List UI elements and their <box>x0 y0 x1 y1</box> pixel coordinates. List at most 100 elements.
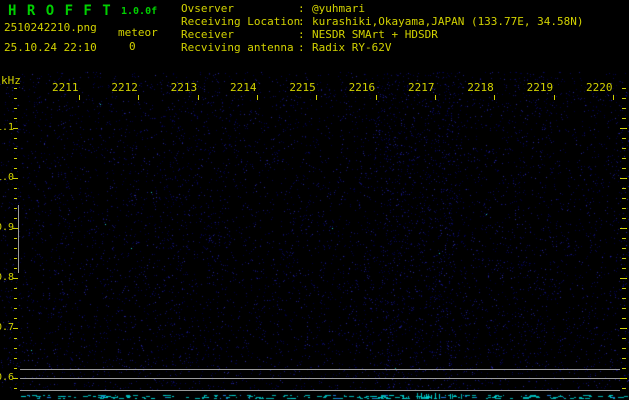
time-tick <box>138 95 140 100</box>
start-marker-segment <box>18 205 19 273</box>
freq-tick-left <box>13 128 18 129</box>
freq-tick-right <box>620 228 627 229</box>
freq-tick-left <box>14 138 17 139</box>
time-tick <box>553 95 555 100</box>
freq-tick-left <box>14 358 17 359</box>
carrier-line-middle <box>20 378 620 379</box>
meteor-count-value: 0 <box>129 40 136 53</box>
time-label: 2215 <box>289 81 316 94</box>
time-label: 2219 <box>526 81 554 94</box>
freq-tick-right <box>622 268 626 269</box>
freq-tick-right <box>622 88 626 89</box>
freq-tick-right <box>622 188 626 189</box>
time-label: 2214 <box>229 81 257 94</box>
freq-tick-right <box>622 368 626 369</box>
info-colon: : <box>298 41 305 54</box>
time-tick <box>256 95 258 100</box>
freq-tick-left <box>13 328 18 329</box>
output-filename: 2510242210.png <box>4 21 97 34</box>
freq-tick-left <box>14 238 17 239</box>
app-version: 1.0.0f <box>121 6 158 17</box>
freq-label: 1.1 <box>0 122 14 133</box>
freq-tick-left <box>14 308 17 309</box>
info-row: Ovserver: @yuhmari <box>181 2 584 15</box>
freq-tick-right <box>622 138 626 139</box>
freq-tick-right <box>620 128 627 129</box>
time-tick <box>494 95 496 100</box>
freq-tick-right <box>620 378 627 379</box>
time-label: 2216 <box>348 81 376 94</box>
freq-tick-left <box>14 218 17 219</box>
freq-tick-left <box>14 338 17 339</box>
info-value: NESDR SMArt + HDSDR <box>312 28 438 41</box>
freq-tick-left <box>14 258 17 259</box>
freq-tick-right <box>622 298 626 299</box>
freq-tick-right <box>622 158 626 159</box>
observation-datetime: 25.10.24 22:10 <box>4 41 97 54</box>
hrofft-window: H R O F F T 1.0.0f 2510242210.png meteor… <box>0 0 629 400</box>
time-tick <box>612 95 614 100</box>
freq-tick-left <box>13 178 18 179</box>
freq-tick-right <box>622 348 626 349</box>
observer-info-block: Ovserver: @yuhmari Receiving Location: kura… <box>181 2 584 54</box>
freq-tick-right <box>622 218 626 219</box>
freq-tick-right <box>622 118 626 119</box>
time-label: 2218 <box>467 81 494 94</box>
info-label: Recviving antenna <box>181 41 294 54</box>
spectrogram-canvas <box>0 0 629 400</box>
freq-tick-right <box>622 238 626 239</box>
freq-tick-left <box>14 148 17 149</box>
time-tick <box>79 95 80 100</box>
freq-tick-right <box>620 328 627 329</box>
freq-tick-right <box>622 148 626 149</box>
freq-tick-right <box>622 198 626 199</box>
freq-tick-right <box>620 278 627 279</box>
freq-tick-right <box>622 208 626 209</box>
freq-tick-left <box>14 388 17 389</box>
info-colon: : <box>298 28 305 41</box>
freq-tick-left <box>14 318 17 319</box>
info-label: Receiving Location <box>181 15 301 28</box>
freq-tick-right <box>622 98 626 99</box>
freq-tick-right <box>622 388 626 389</box>
freq-tick-left <box>13 278 18 279</box>
freq-tick-left <box>14 168 17 169</box>
freq-tick-left <box>14 298 17 299</box>
info-value: @yuhmari <box>312 2 365 15</box>
info-label: Receiver <box>181 28 234 41</box>
info-row: Recviving antenna: Radix RY-62V <box>181 41 584 54</box>
freq-label: 0.8 <box>0 272 14 283</box>
time-label: 2213 <box>170 81 198 94</box>
freq-label: 0.7 <box>0 322 14 333</box>
freq-axis-unit-label: kHz <box>1 74 21 87</box>
freq-tick-left <box>14 118 17 119</box>
time-tick <box>375 95 377 100</box>
info-colon: : <box>298 15 305 28</box>
freq-tick-left <box>14 288 17 289</box>
freq-tick-left <box>14 348 17 349</box>
time-label: 2211 <box>52 81 79 94</box>
freq-tick-left <box>14 98 17 99</box>
app-title: H R O F F T <box>8 3 112 19</box>
freq-tick-right <box>622 108 626 109</box>
freq-label: 1.0 <box>0 172 14 183</box>
freq-label: 0.6 <box>0 372 14 383</box>
freq-tick-right <box>622 288 626 289</box>
freq-tick-right <box>622 308 626 309</box>
time-tick <box>316 95 318 100</box>
freq-tick-left <box>14 188 17 189</box>
info-value: Radix RY-62V <box>312 41 392 54</box>
info-label: Ovserver <box>181 2 234 15</box>
info-colon: : <box>298 2 305 15</box>
meteor-count-label: meteor <box>118 26 158 39</box>
time-tick <box>197 95 199 100</box>
time-label: 2217 <box>407 81 435 94</box>
time-tick <box>434 95 436 100</box>
freq-tick-right <box>622 318 626 319</box>
freq-tick-left <box>14 158 17 159</box>
carrier-line-upper <box>20 369 620 370</box>
freq-tick-right <box>622 258 626 259</box>
carrier-line-lower <box>20 390 620 391</box>
freq-tick-left <box>14 208 17 209</box>
freq-tick-right <box>622 248 626 249</box>
